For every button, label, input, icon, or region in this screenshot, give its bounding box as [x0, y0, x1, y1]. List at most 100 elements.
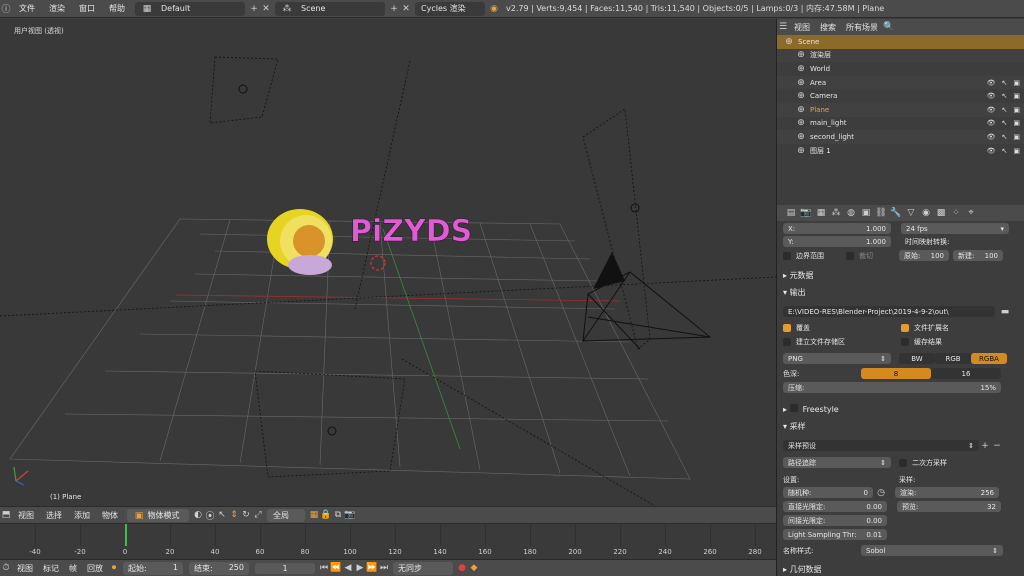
eye-icon[interactable]: 👁 — [987, 106, 996, 114]
sync-selector[interactable]: 无同步 — [393, 561, 453, 575]
depth-8-button[interactable]: 8 — [861, 368, 931, 379]
outliner-display-mode[interactable]: 所有场景 — [841, 22, 883, 33]
rgb-button[interactable]: RGB — [935, 353, 971, 364]
play-icon[interactable]: ▶ — [354, 563, 366, 573]
scene-tab-icon[interactable]: ⁂ — [830, 208, 842, 218]
outliner-row[interactable]: ⊕ second_light 👁 ↖ ▣ — [777, 130, 1024, 144]
layers-icon[interactable]: ▦ — [308, 510, 320, 520]
next-key-icon[interactable]: ⏩ — [366, 563, 378, 573]
jump-start-icon[interactable]: ⏮ — [318, 563, 330, 573]
crop-checkbox[interactable] — [846, 251, 854, 260]
jump-end-icon[interactable]: ⏭ — [378, 563, 390, 573]
rgba-button[interactable]: RGBA — [971, 353, 1007, 364]
vp-menu-object[interactable]: 物体 — [96, 510, 124, 521]
tl-menu-view[interactable]: 视图 — [12, 563, 38, 574]
expand-icon[interactable]: ⊕ — [795, 91, 807, 101]
cursor-icon[interactable]: ↖ — [1002, 79, 1008, 87]
close-layout-icon[interactable]: ✕ — [260, 4, 272, 14]
render-samples-field[interactable]: 渲染: 256 — [895, 487, 999, 498]
expand-icon[interactable]: ⊕ — [795, 50, 807, 60]
timeline-editor-icon[interactable]: ⏱ — [0, 563, 12, 573]
shading-icon[interactable]: ◐ — [192, 510, 204, 520]
output-section[interactable]: ▾ 输出 — [783, 287, 806, 298]
geometry-section[interactable]: ▸ 几何数据 — [783, 564, 822, 575]
render-engine-selector[interactable]: Cycles 渲染 — [415, 1, 485, 16]
scale-icon[interactable]: ⤢ — [252, 510, 264, 520]
cursor-icon[interactable]: ↖ — [1002, 119, 1008, 127]
rotate-icon[interactable]: ↻ — [240, 510, 252, 520]
freestyle-checkbox[interactable] — [789, 404, 798, 412]
eye-icon[interactable]: 👁 — [987, 147, 996, 155]
square-samples-checkbox[interactable] — [899, 458, 907, 467]
add-layout-icon[interactable]: + — [248, 4, 260, 14]
constraints-tab-icon[interactable]: ⛓ — [875, 208, 887, 218]
play-reverse-icon[interactable]: ◀ — [342, 563, 354, 573]
manipulator-icon[interactable]: ↖ — [216, 510, 228, 520]
expand-icon[interactable]: ⊕ — [795, 78, 807, 88]
expand-icon[interactable]: ⊕ — [783, 37, 795, 47]
clamp-indirect-field[interactable]: 间接光限定: 0.00 — [783, 515, 887, 526]
eye-icon[interactable]: 👁 — [987, 133, 996, 141]
aspect-y-field[interactable]: Y: 1.000 — [783, 236, 891, 247]
outliner-row[interactable]: ⊕ 渲染层 — [777, 48, 1024, 63]
outliner[interactable]: ⊕ Scene ⊕ 渲染层 ⊕ World ⊕ Area 👁 ↖ ▣ ⊕ Camera 👁 ↖ ▣ ⊕ Plane… — [776, 35, 1024, 205]
pivot-icon[interactable]: ⦿ — [204, 509, 216, 522]
aspect-x-field[interactable]: X: 1.000 — [783, 223, 891, 234]
remove-preset-icon[interactable]: − — [991, 441, 1003, 451]
start-frame-field[interactable]: 起始: 1 — [123, 561, 183, 575]
bw-button[interactable]: BW — [899, 353, 935, 364]
outliner-row[interactable]: ⊕ Plane 👁 ↖ ▣ — [777, 102, 1024, 117]
tl-menu-frame[interactable]: 帧 — [64, 563, 82, 574]
prev-key-icon[interactable]: ⏪ — [330, 563, 342, 573]
texture-tab-icon[interactable]: ▩ — [935, 208, 947, 218]
sampling-presets-selector[interactable]: 采样预设 ⇕ — [783, 440, 979, 451]
preview-range-icon[interactable]: ⏺ — [108, 563, 120, 573]
world-tab-icon[interactable]: ◍ — [845, 208, 857, 218]
cache-checkbox[interactable] — [901, 338, 909, 346]
compression-slider[interactable]: 压缩: 15% — [783, 382, 1001, 393]
expand-icon[interactable]: ⊕ — [795, 64, 807, 74]
object-tab-icon[interactable]: ▣ — [860, 208, 872, 218]
menu-help[interactable]: 帮助 — [102, 3, 132, 14]
outliner-row[interactable]: ⊕ World — [777, 62, 1024, 76]
timeline[interactable]: -40 -20 0 20 40 60 80 100 120 140 160 180 200 220 240 2… — [0, 523, 776, 559]
old-frame-field[interactable]: 原始: 100 — [899, 250, 949, 261]
editor-type-icon[interactable]: ⬒ — [0, 510, 12, 520]
eye-icon[interactable]: 👁 — [987, 119, 996, 127]
tl-menu-marker[interactable]: 标记 — [38, 563, 64, 574]
outliner-menu-search[interactable]: 搜索 — [815, 22, 841, 33]
vp-menu-add[interactable]: 添加 — [68, 510, 96, 521]
expand-icon[interactable]: ⊕ — [795, 146, 807, 156]
tl-menu-playback[interactable]: 回放 — [82, 563, 108, 574]
outliner-menu-view[interactable]: 视图 — [789, 22, 815, 33]
depth-16-button[interactable]: 16 — [931, 368, 1001, 379]
lock-icon[interactable]: 🔒 — [320, 510, 332, 520]
cursor-icon[interactable]: ↖ — [1002, 92, 1008, 100]
freestyle-section[interactable]: ▸ Freestyle — [783, 404, 839, 414]
orientation-selector[interactable]: 全局 — [267, 508, 305, 522]
end-frame-field[interactable]: 结束: 250 — [189, 561, 249, 575]
modifiers-tab-icon[interactable]: 🔧 — [890, 208, 902, 218]
cursor-icon[interactable]: ↖ — [1002, 106, 1008, 114]
border-checkbox[interactable] — [783, 251, 791, 260]
placeholders-checkbox[interactable] — [783, 338, 791, 346]
animated-seed-icon[interactable]: ◷ — [875, 488, 887, 498]
render-toggle-icon[interactable]: ▣ — [1013, 79, 1020, 87]
snap-icon[interactable]: ⧉ — [332, 510, 344, 520]
outliner-row[interactable]: ⊕ Camera 👁 ↖ ▣ — [777, 89, 1024, 103]
outliner-row[interactable]: ⊕ Area 👁 ↖ ▣ — [777, 75, 1024, 90]
outliner-editor-icon[interactable]: ☰ — [777, 22, 789, 32]
info-editor-icon[interactable]: ⓘ — [0, 2, 12, 15]
cursor-icon[interactable]: ↖ — [1002, 133, 1008, 141]
render-toggle-icon[interactable]: ▣ — [1013, 147, 1020, 155]
outliner-row[interactable]: ⊕ Scene — [777, 35, 1024, 49]
pattern-selector[interactable]: Sobol ⇕ — [861, 545, 1003, 556]
search-icon[interactable]: 🔍 — [883, 22, 895, 32]
folder-icon[interactable]: ▬ — [999, 307, 1011, 317]
extensions-checkbox[interactable] — [901, 324, 909, 332]
scene-selector[interactable]: ⁂ Scene — [275, 1, 385, 16]
properties-editor-icon[interactable]: ▤ — [785, 208, 797, 218]
vp-menu-select[interactable]: 选择 — [40, 510, 68, 521]
expand-icon[interactable]: ⊕ — [795, 105, 807, 115]
3d-viewport[interactable]: PiZYDS 用户视图 (透视) (1) Plane — [0, 19, 776, 506]
